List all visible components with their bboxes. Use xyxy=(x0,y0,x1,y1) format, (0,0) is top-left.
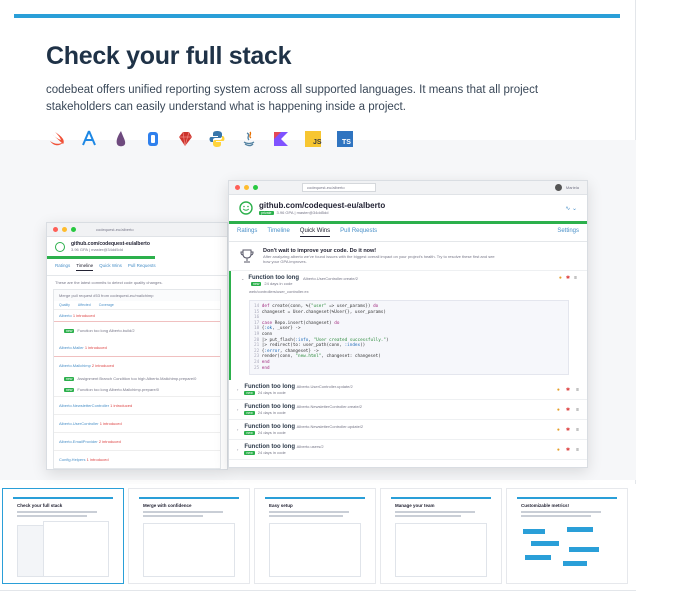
repo-meta: private 3.96 GPA | master@34dd5dd xyxy=(259,210,329,215)
repo-meta: 3.96 GPA | master@34dd5dd xyxy=(71,247,123,252)
thumbnail-5[interactable]: Customizable metrics! xyxy=(506,488,628,584)
branch-selector[interactable]: codequest-eu/alberto xyxy=(96,227,134,232)
ts-icon: TS xyxy=(334,128,356,150)
avatar[interactable] xyxy=(554,184,562,191)
user-name[interactable]: Mariela xyxy=(566,185,579,190)
page-description: codebeat offers unified reporting system… xyxy=(46,84,539,113)
accent-bar xyxy=(14,14,620,18)
kotlin-icon xyxy=(270,128,292,150)
java-icon xyxy=(238,128,260,150)
thumbnail-3[interactable]: Easy setup xyxy=(254,488,376,584)
smiley-icon xyxy=(55,241,65,252)
subtab-coverage[interactable]: Coverage xyxy=(99,303,114,307)
thumbnail-title: Merge with confidence xyxy=(143,503,192,508)
thumbnail-2[interactable]: Merge with confidence xyxy=(128,488,250,584)
tab-quick-wins[interactable]: Quick Wins xyxy=(299,228,331,237)
window-titlebar: codequest-eu/alberto Mariela xyxy=(229,181,587,195)
chevron-right-icon[interactable]: › xyxy=(237,407,238,412)
promo-box: Don't wait to improve your code. Do it n… xyxy=(229,242,587,271)
chevron-down-icon[interactable]: ⌄ xyxy=(241,276,244,281)
window-titlebar: codequest-eu/alberto xyxy=(47,223,227,237)
list-item[interactable]: new Function too long Alberto.build/2 xyxy=(54,322,220,339)
thumbnail-title: Manage your team xyxy=(395,503,435,508)
commit-subtabs: Quality Affected Coverage xyxy=(54,301,220,310)
feature-slide: Check your full stack codebeat offers un… xyxy=(0,0,636,484)
branch-selector[interactable]: codequest-eu/alberto xyxy=(302,183,376,192)
issue-path: Alberto.UserController.create/2 xyxy=(303,275,358,281)
timeline-window: codequest-eu/alberto github.com/codeques… xyxy=(46,222,228,470)
badge-icon[interactable]: ● xyxy=(559,275,562,281)
list-item[interactable]: Alberto.EmailProvider 2 introduced xyxy=(54,432,220,450)
issue-row[interactable]: › Function too long Alberto.UserControll… xyxy=(229,380,587,401)
trophy-icon xyxy=(240,249,254,263)
tab-pull-requests[interactable]: Pull Requests xyxy=(128,263,156,271)
page: Check your full stack codebeat offers un… xyxy=(0,0,680,614)
elixir-icon xyxy=(110,128,132,150)
timeline-notice: These are the latest commits to detect c… xyxy=(55,280,163,285)
issue-row[interactable]: › Function too long Alberto.NewsletterCo… xyxy=(229,420,587,441)
file-path[interactable]: web/controllers/user_controller.ex xyxy=(241,286,577,297)
list-icon[interactable]: ≡ xyxy=(574,275,577,281)
list-item[interactable]: Alberto 1 introduced xyxy=(54,310,220,322)
issue-expanded[interactable]: ⌄ Function too long Alberto.UserControll… xyxy=(229,271,587,381)
ts-icon-label: TS xyxy=(342,139,351,146)
chevron-right-icon[interactable]: › xyxy=(237,427,238,432)
repo-header: github.com/codequest-eu/alberto 3.96 GPA… xyxy=(47,237,227,256)
scrollbar-track[interactable] xyxy=(0,590,636,591)
list-item[interactable]: new Function too long Alberto.Mailchimp.p… xyxy=(54,383,220,396)
subtab-affected[interactable]: Affected xyxy=(78,303,91,307)
language-icons: JS TS xyxy=(46,128,356,150)
quick-wins-window: codequest-eu/alberto Mariela github.com/… xyxy=(228,180,588,468)
tab-timeline[interactable]: Timeline xyxy=(267,228,289,237)
swift-icon xyxy=(46,128,68,150)
chevron-right-icon[interactable]: › xyxy=(237,387,238,392)
thumbnail-title: Check your full stack xyxy=(17,503,63,508)
issue-row[interactable]: › Function too long Alberto.users/2 new 24… xyxy=(229,440,587,461)
python-icon xyxy=(206,128,228,150)
ruby-icon xyxy=(174,128,196,150)
list-item[interactable]: new Assignment Branch Condition too high … xyxy=(54,374,220,383)
page-title: Check your full stack xyxy=(46,42,292,70)
thumbnail-1[interactable]: Check your full stack xyxy=(2,488,124,584)
appstore-icon xyxy=(78,128,100,150)
repo-name[interactable]: github.com/codequest-eu/alberto xyxy=(259,201,385,210)
commit-message[interactable]: Merge pull request #53 from codequest-eu… xyxy=(54,290,220,301)
thumbnail-4[interactable]: Manage your team xyxy=(380,488,502,584)
list-item[interactable]: Config.Helpers 1 introduced xyxy=(54,450,220,468)
list-item[interactable]: Alberto.NewsletterController 1 introduce… xyxy=(54,396,220,414)
list-item[interactable]: Alberto.Mailer 1 introduced xyxy=(54,339,220,357)
objc-icon xyxy=(142,128,164,150)
subtab-quality[interactable]: Quality xyxy=(59,303,70,307)
activity-icon[interactable]: ∿ ⌄ xyxy=(565,205,577,212)
bug-icon[interactable]: ✱ xyxy=(566,275,570,281)
js-icon: JS xyxy=(302,128,324,150)
chevron-right-icon[interactable]: › xyxy=(237,447,238,452)
list-item[interactable]: Alberto.Mailchimp 2 introduced xyxy=(54,357,220,374)
thumbnail-title: Customizable metrics! xyxy=(521,503,570,508)
tab-pull-requests[interactable]: Pull Requests xyxy=(340,228,377,237)
js-icon-label: JS xyxy=(313,139,322,146)
repo-header: github.com/codequest-eu/alberto private 3… xyxy=(229,195,587,221)
thumbnail-title: Easy setup xyxy=(269,503,293,508)
code-snippet: 14 def create(conn, %{"user" => user_par… xyxy=(249,300,569,376)
smiley-icon xyxy=(239,201,253,215)
tab-timeline[interactable]: Timeline xyxy=(76,263,94,271)
tab-settings[interactable]: Settings xyxy=(557,228,579,237)
list-item[interactable]: Alberto.UserController 1 introduced xyxy=(54,414,220,432)
tab-quick-wins[interactable]: Quick Wins xyxy=(99,263,122,271)
promo-text: After analyzing alberto we've found issu… xyxy=(263,254,495,264)
repo-tabs: Ratings Timeline Quick Wins Pull Request… xyxy=(47,259,227,276)
tab-ratings[interactable]: Ratings xyxy=(55,263,70,271)
tab-ratings[interactable]: Ratings xyxy=(237,228,257,237)
repo-tabs: Ratings Timeline Quick Wins Pull Request… xyxy=(229,224,587,242)
commit-card: Merge pull request #53 from codequest-eu… xyxy=(53,289,221,469)
issue-row[interactable]: › Function too long Alberto.NewsletterCo… xyxy=(229,400,587,421)
